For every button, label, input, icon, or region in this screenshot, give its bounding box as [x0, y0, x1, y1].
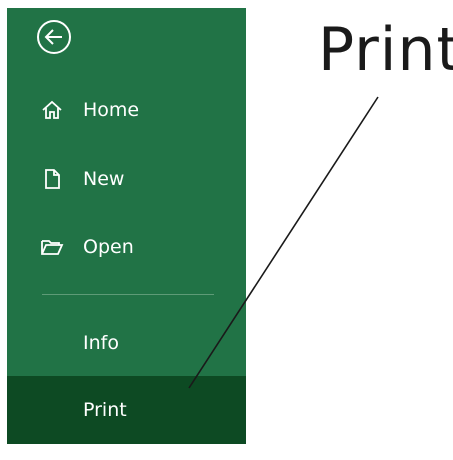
menu-item-info[interactable]: Info	[7, 319, 246, 367]
callout-label: Print	[318, 15, 453, 85]
menu-item-info-label: Info	[83, 332, 119, 354]
file-backstage-menu: Home New Open Info Print	[7, 8, 246, 444]
menu-item-home-label: Home	[83, 99, 140, 121]
home-icon	[40, 98, 64, 122]
menu-item-new-label: New	[83, 168, 125, 190]
menu-item-open-label: Open	[83, 236, 134, 258]
menu-item-print[interactable]: Print	[7, 376, 246, 444]
menu-item-open[interactable]: Open	[7, 223, 246, 271]
open-folder-icon	[40, 235, 64, 259]
back-button[interactable]	[35, 18, 73, 56]
menu-item-new[interactable]: New	[7, 155, 246, 203]
menu-divider	[42, 294, 214, 295]
new-document-icon	[40, 167, 64, 191]
menu-item-home[interactable]: Home	[7, 86, 246, 134]
menu-item-print-label: Print	[83, 399, 127, 421]
back-arrow-circle-icon	[37, 20, 71, 54]
screenshot-stage: Home New Open Info Print Print	[0, 0, 453, 460]
